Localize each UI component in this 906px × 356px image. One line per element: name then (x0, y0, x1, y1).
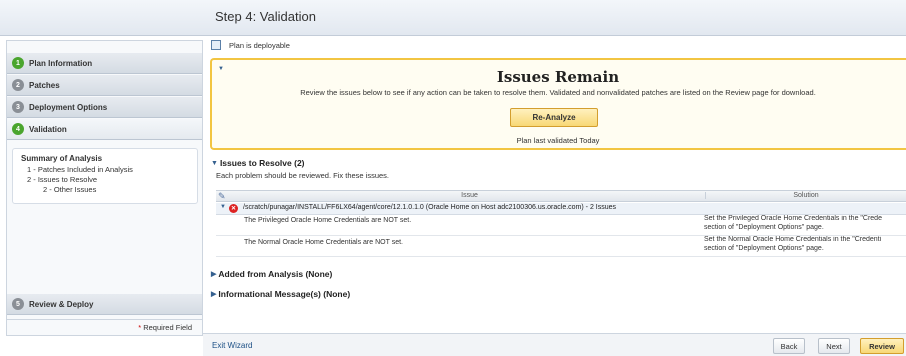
solution-text: Set the Privileged Oracle Home Credentia… (704, 215, 906, 232)
added-from-analysis-heading: Added from Analysis (None) (218, 269, 333, 279)
train-step-label: Validation (29, 124, 67, 134)
issues-to-resolve-header[interactable]: ▼ Issues to Resolve (2) (211, 158, 305, 168)
table-row[interactable]: The Privileged Oracle Home Credentials a… (216, 215, 906, 236)
train-step-label: Patches (29, 80, 60, 90)
exit-wizard-link[interactable]: Exit Wizard (212, 341, 252, 350)
review-button[interactable]: Review (860, 338, 904, 354)
wizard-footer: Exit Wizard Back Next Review (203, 333, 906, 356)
issues-table-header: ✎ Issue Solution (216, 190, 906, 202)
plan-status-text: Plan is deployable (229, 41, 290, 50)
table-row[interactable]: The Normal Oracle Home Credentials are N… (216, 236, 906, 257)
step-title: Step 4: Validation (215, 9, 316, 24)
required-star: * (138, 323, 142, 332)
summary-link-patches[interactable]: 1 - Patches Included in Analysis (27, 165, 133, 174)
expanded-triangle-icon[interactable]: ▼ (220, 204, 226, 210)
train-step-label: Review & Deploy (29, 299, 94, 309)
summary-link-other-issues[interactable]: 2 - Other Issues (43, 185, 96, 194)
issue-text: The Privileged Oracle Home Credentials a… (244, 217, 412, 224)
step-number-badge: 2 (12, 79, 24, 91)
wizard-header: Step 4: Validation (0, 0, 906, 36)
step-number-badge: 4 (12, 123, 24, 135)
train-step-deployment-options[interactable]: 3 Deployment Options (7, 97, 202, 118)
train-step-patches[interactable]: 2 Patches (7, 75, 202, 96)
collapsed-triangle-icon: ▶ (211, 271, 217, 278)
required-label: Required Field (143, 323, 192, 332)
issues-remain-description: Review the issues below to see if any ac… (300, 88, 816, 97)
train-step-label: Plan Information (29, 58, 93, 68)
solution-line: section of "Deployment Options" page. (704, 223, 824, 231)
issues-remain-title: Issues Remain (496, 68, 620, 86)
summary-title: Summary of Analysis (21, 154, 103, 163)
issues-to-resolve-heading: Issues to Resolve (2) (219, 158, 305, 168)
expanded-triangle-icon: ▼ (211, 159, 218, 167)
plan-status-icon (211, 40, 221, 50)
next-button[interactable]: Next (818, 338, 850, 354)
train-step-validation[interactable]: 4 Validation (7, 119, 202, 140)
required-field-note: * Required Field (7, 319, 202, 335)
issues-to-resolve-subtext: Each problem should be reviewed. Fix the… (216, 171, 390, 180)
collapsed-triangle-icon: ▶ (211, 291, 217, 298)
issue-group-row[interactable]: ▼ ✕ /scratch/punagar/INSTALL/FF6LX64/age… (216, 203, 906, 215)
step-number-badge: 3 (12, 101, 24, 113)
step-number-badge: 1 (12, 57, 24, 69)
solution-line: Set the Privileged Oracle Home Credentia… (704, 215, 882, 222)
train-step-plan-information[interactable]: 1 Plan Information (7, 53, 202, 74)
summary-of-analysis: Summary of Analysis 1 - Patches Included… (12, 148, 198, 204)
issue-text: The Normal Oracle Home Credentials are N… (244, 239, 403, 246)
last-validated-text: Plan last validated Today (516, 136, 600, 145)
back-button[interactable]: Back (773, 338, 805, 354)
step-number-badge: 5 (12, 298, 24, 310)
solution-line: Set the Normal Oracle Home Credentials i… (704, 236, 882, 243)
error-icon: ✕ (229, 204, 238, 213)
added-from-analysis-header[interactable]: ▶ Added from Analysis (None) (211, 269, 332, 279)
issue-group-label: /scratch/punagar/INSTALL/FF6LX64/agent/c… (243, 204, 617, 211)
edit-columns-icon[interactable]: ✎ (218, 191, 230, 202)
column-header-solution[interactable]: Solution (706, 192, 906, 199)
informational-messages-heading: Informational Message(s) (None) (218, 289, 351, 299)
train-step-label: Deployment Options (29, 102, 108, 112)
solution-line: section of "Deployment Options" page. (704, 244, 824, 252)
column-header-issue[interactable]: Issue (234, 192, 706, 199)
train-step-review-deploy[interactable]: 5 Review & Deploy (7, 294, 202, 315)
solution-text: Set the Normal Oracle Home Credentials i… (704, 236, 906, 253)
summary-link-issues-to-resolve[interactable]: 2 - Issues to Resolve (27, 175, 97, 184)
wizard-train-panel: 1 Plan Information 2 Patches 3 Deploymen… (6, 40, 203, 336)
re-analyze-button[interactable]: Re-Analyze (510, 108, 598, 127)
informational-messages-header[interactable]: ▶ Informational Message(s) (None) (211, 289, 350, 299)
issues-remain-panel: ▼ Issues Remain Review the issues below … (210, 58, 906, 150)
